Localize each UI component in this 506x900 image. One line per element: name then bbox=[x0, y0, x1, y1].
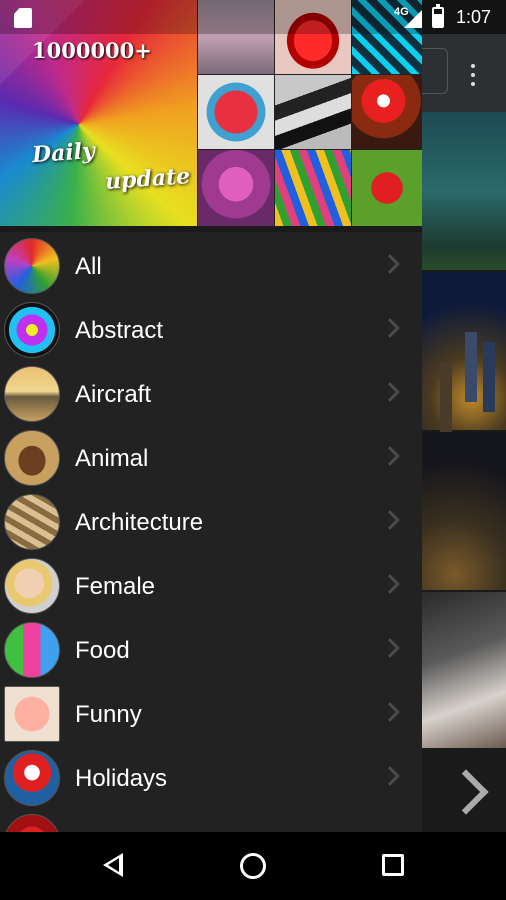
header-collage-image bbox=[198, 150, 274, 226]
category-item-animal[interactable]: Animal bbox=[0, 426, 422, 490]
battery-icon bbox=[432, 4, 444, 28]
all-thumbnail-icon bbox=[4, 238, 60, 294]
chevron-right-icon bbox=[380, 638, 400, 658]
header-collage-image bbox=[275, 150, 351, 226]
navigation-drawer: 1000000+ Daily update All Abstract Aircr… bbox=[0, 0, 422, 832]
header-collage-image bbox=[352, 75, 422, 149]
category-item-food[interactable]: Food bbox=[0, 618, 422, 682]
tagline-daily: Daily bbox=[31, 137, 96, 169]
more-options-icon[interactable] bbox=[470, 64, 476, 86]
chevron-right-icon bbox=[380, 254, 400, 274]
animal-thumbnail-icon bbox=[4, 430, 60, 486]
system-nav-bar bbox=[0, 832, 506, 900]
signal-icon bbox=[404, 10, 422, 28]
chevron-right-icon bbox=[380, 446, 400, 466]
sd-card-icon bbox=[14, 8, 32, 28]
category-item-female[interactable]: Female bbox=[0, 554, 422, 618]
wallpaper-count: 1000000+ bbox=[32, 38, 152, 63]
chevron-right-icon bbox=[380, 318, 400, 338]
header-collage-image bbox=[198, 75, 274, 149]
clock: 1:07 bbox=[456, 7, 492, 27]
chevron-right-icon bbox=[380, 382, 400, 402]
category-label: Holidays bbox=[75, 765, 168, 792]
header-collage-image bbox=[352, 150, 422, 226]
aircraft-thumbnail-icon bbox=[4, 366, 60, 422]
holidays-thumbnail-icon bbox=[4, 750, 60, 806]
next-page-icon[interactable] bbox=[450, 770, 478, 814]
chevron-right-icon bbox=[380, 574, 400, 594]
category-label: Aircraft bbox=[75, 381, 152, 408]
category-item-architecture[interactable]: Architecture bbox=[0, 490, 422, 554]
tagline-update: update bbox=[104, 163, 191, 195]
architecture-thumbnail-icon bbox=[4, 494, 60, 550]
category-item-all[interactable]: All bbox=[0, 234, 422, 298]
category-label: Animal bbox=[75, 445, 149, 472]
category-item-abstract[interactable]: Abstract bbox=[0, 298, 422, 362]
chevron-right-icon bbox=[380, 766, 400, 786]
category-label: Food bbox=[75, 637, 130, 664]
divider bbox=[0, 226, 422, 232]
category-label: Female bbox=[75, 573, 156, 600]
chevron-right-icon bbox=[380, 702, 400, 722]
category-item-holidays[interactable]: Holidays bbox=[0, 746, 422, 810]
chevron-right-icon bbox=[380, 510, 400, 530]
funny-thumbnail-icon bbox=[4, 686, 60, 742]
wallpaper-thumbnail[interactable] bbox=[420, 592, 506, 748]
abstract-thumbnail-icon bbox=[4, 302, 60, 358]
category-thumbnail-icon bbox=[4, 814, 60, 832]
recents-icon[interactable] bbox=[382, 854, 404, 876]
home-icon[interactable] bbox=[240, 853, 266, 879]
category-item-aircraft[interactable]: Aircraft bbox=[0, 362, 422, 426]
category-label: Abstract bbox=[75, 317, 164, 344]
back-icon[interactable] bbox=[103, 853, 123, 877]
status-bar: 4G 1:07 bbox=[0, 0, 506, 34]
header-collage-image bbox=[275, 75, 351, 149]
category-list: All Abstract Aircraft Animal Architectur… bbox=[0, 234, 422, 832]
food-thumbnail-icon bbox=[4, 622, 60, 678]
female-thumbnail-icon bbox=[4, 558, 60, 614]
category-label: Architecture bbox=[75, 509, 204, 536]
wallpaper-thumbnail[interactable] bbox=[420, 432, 506, 590]
wallpaper-thumbnail[interactable] bbox=[420, 272, 506, 430]
background-toolbar bbox=[416, 34, 506, 112]
category-label: Funny bbox=[75, 701, 142, 728]
category-label: All bbox=[75, 253, 102, 280]
background-wallpaper-list bbox=[416, 0, 506, 832]
category-item-partial[interactable] bbox=[0, 810, 422, 832]
category-item-funny[interactable]: Funny bbox=[0, 682, 422, 746]
wallpaper-thumbnail[interactable] bbox=[420, 112, 506, 270]
